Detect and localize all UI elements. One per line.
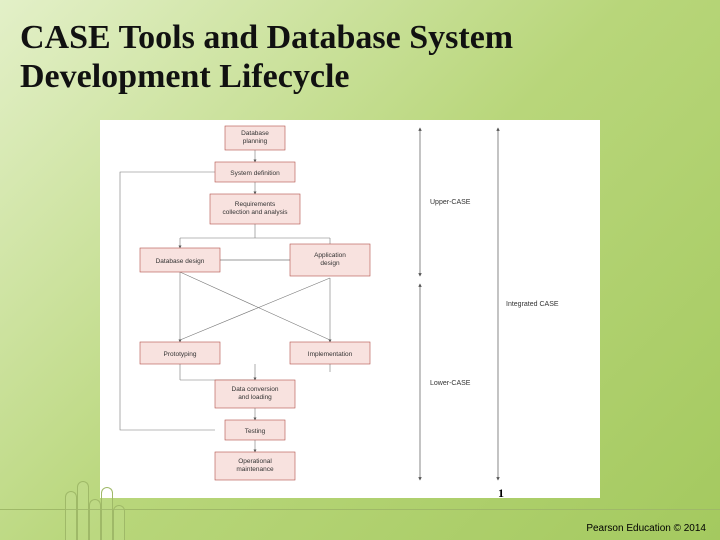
svg-text:System definition: System definition [230,170,280,177]
svg-text:Lower-CASE: Lower-CASE [430,380,471,387]
page-number: 1 [498,486,504,501]
diagram-panel: Databaseplanning System definition Requi… [100,120,600,498]
svg-text:Databaseplanning: Databaseplanning [241,130,269,145]
svg-text:Upper-CASE: Upper-CASE [430,199,471,206]
footer-ornament [65,480,175,540]
box-prototyping: Prototyping [140,342,220,364]
copyright-text: Pearson Education © 2014 [586,523,706,534]
box-system-definition: System definition [215,162,295,182]
svg-text:Testing: Testing [245,428,266,435]
box-database-planning: Databaseplanning [225,126,285,150]
svg-text:Database design: Database design [156,258,205,265]
box-implementation: Implementation [290,342,370,364]
svg-text:Prototyping: Prototyping [164,351,197,358]
box-application-design: Applicationdesign [290,244,370,276]
lifecycle-diagram: Databaseplanning System definition Requi… [100,120,600,498]
bracket-lower-case: Lower-CASE [420,284,471,480]
svg-text:Operationalmaintenance: Operationalmaintenance [236,458,274,473]
svg-text:Integrated CASE: Integrated CASE [506,301,559,308]
bracket-upper-case: Upper-CASE [420,128,471,276]
box-operational-maintenance: Operationalmaintenance [215,452,295,480]
title-line-2: Development Lifecycle [20,58,350,95]
svg-text:Data conversionand loading: Data conversionand loading [232,386,279,401]
bracket-integrated-case: Integrated CASE [498,128,559,480]
box-testing: Testing [225,420,285,440]
box-database-design: Database design [140,248,220,272]
svg-text:Implementation: Implementation [308,351,353,358]
slide-title: CASE Tools and Database System Developme… [20,18,513,96]
box-data-conversion: Data conversionand loading [215,380,295,408]
box-requirements: Requirementscollection and analysis [210,194,300,224]
title-line-1: CASE Tools and Database System [20,19,513,56]
